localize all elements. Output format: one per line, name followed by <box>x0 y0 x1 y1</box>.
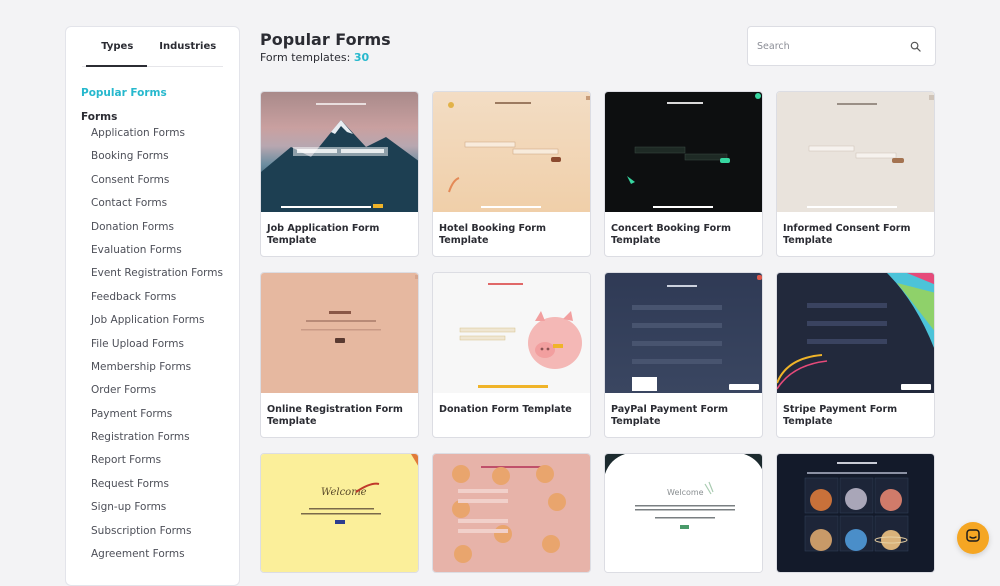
template-count-label: Form templates: <box>260 51 351 64</box>
sidebar: Types Industries Popular Forms Forms App… <box>65 26 240 586</box>
tab-types[interactable]: Types <box>82 27 153 67</box>
template-card-space-planets[interactable] <box>776 453 935 573</box>
sidebar-item-feedback-forms[interactable]: Feedback Forms <box>81 288 239 311</box>
tab-industries[interactable]: Industries <box>153 27 224 66</box>
sidebar-item-payment-forms[interactable]: Payment Forms <box>81 405 239 428</box>
sidebar-item-popular-forms[interactable]: Popular Forms <box>81 87 239 99</box>
template-card-paypal-payment[interactable]: PayPal Payment Form Template <box>604 272 763 438</box>
sidebar-item-subscription-forms[interactable]: Subscription Forms <box>81 522 239 545</box>
template-card-title: Hotel Booking Form Template <box>439 223 547 246</box>
template-card-title: Online Registration Form Template <box>267 404 403 427</box>
template-card-online-registration[interactable]: Online Registration Form Template <box>260 272 419 438</box>
search-icon[interactable] <box>910 37 921 56</box>
thumb-welcome-text: Welcome <box>667 488 704 497</box>
template-preview: Welcome <box>605 454 762 572</box>
template-preview <box>261 273 418 393</box>
template-preview <box>433 454 590 572</box>
sidebar-item-application-forms[interactable]: Application Forms <box>81 124 239 147</box>
template-preview <box>605 92 762 212</box>
template-card-cookie-pink[interactable] <box>432 453 591 573</box>
template-card-stripe-payment[interactable]: Stripe Payment Form Template <box>776 272 935 438</box>
sidebar-tabs: Types Industries <box>82 27 223 67</box>
sidebar-item-file-upload-forms[interactable]: File Upload Forms <box>81 335 239 358</box>
template-card-title: Informed Consent Form Template <box>783 223 911 246</box>
template-card-title: PayPal Payment Form Template <box>611 404 729 427</box>
template-count: Form templates: 30 <box>260 51 369 64</box>
sidebar-item-membership-forms[interactable]: Membership Forms <box>81 358 239 381</box>
template-card-hotel-booking[interactable]: Hotel Booking Form Template <box>432 91 591 257</box>
template-preview <box>433 273 590 393</box>
chat-icon <box>965 528 981 548</box>
sidebar-nav: Popular Forms Forms Application Forms Bo… <box>66 67 239 568</box>
search-input[interactable] <box>757 40 910 52</box>
sidebar-item-consent-forms[interactable]: Consent Forms <box>81 171 239 194</box>
template-card-welcome-white[interactable]: Welcome <box>604 453 763 573</box>
page-title: Popular Forms <box>260 30 391 49</box>
sidebar-item-event-registration-forms[interactable]: Event Registration Forms <box>81 264 239 287</box>
sidebar-heading-forms[interactable]: Forms <box>81 111 239 123</box>
sidebar-item-contact-forms[interactable]: Contact Forms <box>81 194 239 217</box>
template-card-welcome-yellow[interactable]: Welcome <box>260 453 419 573</box>
sidebar-item-donation-forms[interactable]: Donation Forms <box>81 218 239 241</box>
template-card-title: Stripe Payment Form Template <box>783 404 898 427</box>
chat-button[interactable] <box>957 522 989 554</box>
template-count-value: 30 <box>353 51 370 64</box>
sidebar-item-request-forms[interactable]: Request Forms <box>81 475 239 498</box>
template-card-title: Job Application Form Template <box>267 223 380 246</box>
sidebar-item-evaluation-forms[interactable]: Evaluation Forms <box>81 241 239 264</box>
sidebar-item-order-forms[interactable]: Order Forms <box>81 381 239 404</box>
template-card-job-application[interactable]: Job Application Form Template <box>260 91 419 257</box>
sidebar-item-registration-forms[interactable]: Registration Forms <box>81 428 239 451</box>
template-card-informed-consent[interactable]: Informed Consent Form Template <box>776 91 935 257</box>
sidebar-item-sign-up-forms[interactable]: Sign-up Forms <box>81 498 239 521</box>
template-card-donation[interactable]: Donation Form Template <box>432 272 591 438</box>
template-preview <box>261 92 418 212</box>
template-preview <box>777 273 934 393</box>
sidebar-item-agreement-forms[interactable]: Agreement Forms <box>81 545 239 568</box>
template-preview <box>777 92 934 212</box>
sidebar-item-report-forms[interactable]: Report Forms <box>81 451 239 474</box>
template-card-title: Concert Booking Form Template <box>611 223 731 246</box>
template-preview <box>605 273 762 393</box>
template-card-title: Donation Form Template <box>439 404 572 415</box>
template-preview <box>777 454 934 572</box>
sidebar-item-job-application-forms[interactable]: Job Application Forms <box>81 311 239 334</box>
template-preview: Welcome <box>261 454 418 572</box>
sidebar-item-booking-forms[interactable]: Booking Forms <box>81 147 239 170</box>
search-box <box>747 26 936 66</box>
template-preview <box>433 92 590 212</box>
template-card-concert-booking[interactable]: Concert Booking Form Template <box>604 91 763 257</box>
